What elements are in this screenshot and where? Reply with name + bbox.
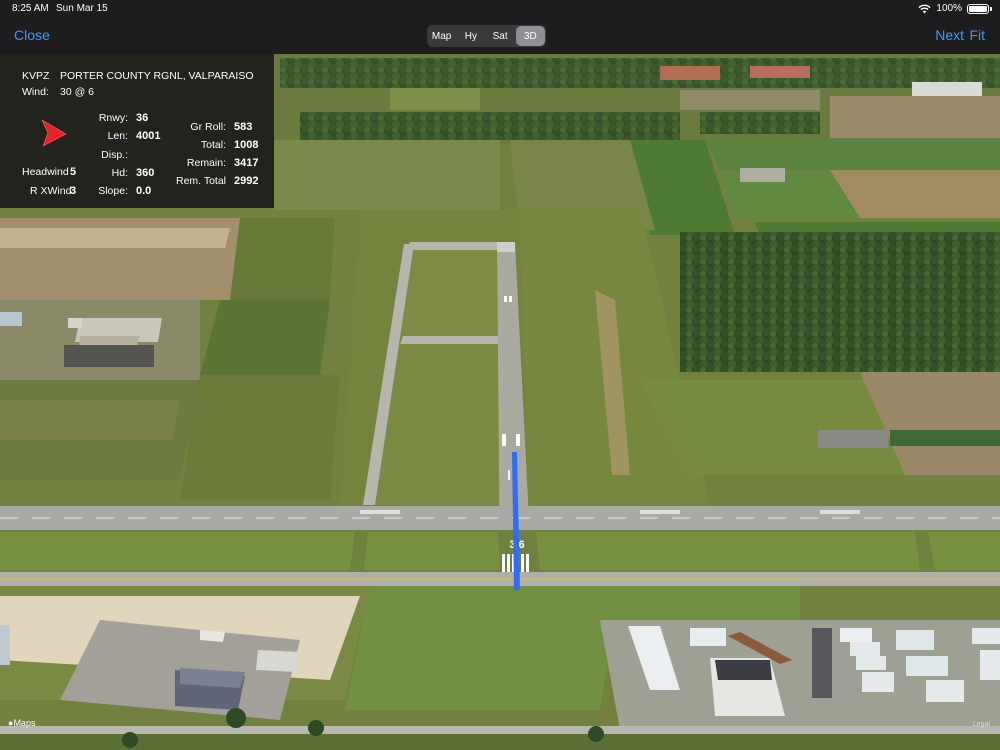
total-value: 1008 — [234, 139, 259, 151]
disp-label: Disp.: — [101, 149, 128, 161]
airport-id: KVPZ — [22, 70, 50, 82]
map-type-selector[interactable]: Map Hy Sat 3D — [427, 25, 546, 47]
slope-label: Slope: — [98, 185, 128, 197]
fit-button[interactable]: Fit — [969, 27, 985, 43]
crosswind-label: R XWind — [30, 185, 72, 197]
map-type-map[interactable]: Map — [427, 25, 456, 47]
hd-label: Hd: — [111, 167, 128, 179]
headwind-value: 5 — [70, 166, 77, 178]
map-type-satellite[interactable]: Sat — [486, 25, 515, 47]
next-button[interactable]: Next — [935, 27, 964, 43]
map-type-3d[interactable]: 3D — [515, 26, 545, 46]
wind-value: 30 @ 6 — [60, 86, 95, 98]
len-label: Len: — [107, 130, 128, 142]
slope-value: 0.0 — [136, 185, 152, 197]
status-date: Sun Mar 15 — [56, 3, 108, 14]
status-indicators: 100% — [918, 3, 992, 14]
len-value: 4001 — [136, 130, 161, 142]
total-label: Total: — [200, 139, 226, 151]
map-type-hybrid[interactable]: Hy — [456, 25, 485, 47]
legal-link[interactable]: Legal — [973, 721, 990, 728]
maps-attribution: ●Maps — [8, 718, 36, 728]
rem-total-label: Rem. Total — [176, 175, 226, 187]
wind-arrow-icon — [41, 120, 67, 146]
battery-icon — [967, 3, 989, 14]
gr-roll-value: 583 — [234, 121, 253, 133]
headwind-label: Headwind — [22, 166, 69, 178]
rem-total-value: 2992 — [234, 175, 259, 187]
wifi-icon — [918, 4, 931, 13]
hd-value: 360 — [136, 167, 155, 179]
crosswind-value: 3 — [70, 185, 77, 197]
status-time: 8:25 AM — [12, 3, 49, 14]
rnwy-value: 36 — [136, 112, 149, 124]
remain-label: Remain: — [186, 157, 226, 169]
gr-roll-label: Gr Roll: — [190, 121, 226, 133]
runway-info-panel: KVPZ PORTER COUNTY RGNL, VALPARAISO Wind… — [0, 54, 274, 208]
close-button[interactable]: Close — [14, 27, 50, 43]
battery-percent: 100% — [936, 3, 962, 14]
wind-label: Wind: — [22, 86, 49, 98]
airport-name: PORTER COUNTY RGNL, VALPARAISO — [60, 70, 254, 82]
remain-value: 3417 — [234, 157, 259, 169]
rnwy-label: Rnwy: — [98, 112, 128, 124]
top-bar: 8:25 AM Sun Mar 15 100% Close Map Hy Sat… — [0, 0, 1000, 54]
